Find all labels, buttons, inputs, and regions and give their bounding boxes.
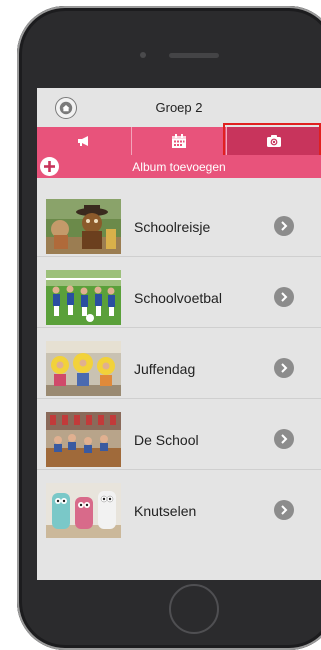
add-album-bar[interactable]: Album toevoegen (37, 155, 321, 178)
album-thumbnail (46, 199, 121, 254)
megaphone-icon (78, 136, 88, 146)
chevron-right-icon[interactable] (274, 216, 294, 236)
list-item[interactable]: De School (37, 399, 321, 470)
list-item[interactable]: Knutselen (37, 470, 321, 541)
chevron-right-icon[interactable] (274, 500, 294, 520)
tab-bar (37, 127, 321, 155)
front-camera (140, 52, 146, 58)
album-thumbnail (46, 270, 121, 325)
album-thumbnail (46, 483, 121, 538)
list-item[interactable]: Schoolreisje (37, 186, 321, 257)
album-thumbnail (46, 341, 121, 396)
add-album-label: Album toevoegen (132, 159, 226, 174)
device-home-button[interactable] (169, 584, 219, 634)
tab-calendar[interactable] (131, 127, 226, 155)
album-thumbnail (46, 412, 121, 467)
app-screen: Groep 2 Album toevoegen Schoolreisje Sch… (37, 88, 321, 580)
camera-icon (267, 135, 281, 147)
album-title: Knutselen (134, 503, 197, 519)
chevron-right-icon[interactable] (274, 287, 294, 307)
tab-photos[interactable] (226, 127, 321, 155)
album-title: De School (134, 432, 199, 448)
top-bar: Groep 2 (37, 88, 321, 126)
plus-circle-icon[interactable] (40, 157, 59, 176)
list-item[interactable]: Schoolvoetbal (37, 257, 321, 328)
chevron-right-icon[interactable] (274, 358, 294, 378)
page-title: Groep 2 (155, 100, 203, 115)
chevron-right-icon[interactable] (274, 429, 294, 449)
album-title: Schoolreisje (134, 219, 211, 235)
album-list: Schoolreisje Schoolvoetbal Juffendag De … (37, 186, 321, 541)
album-title: Juffendag (134, 361, 196, 377)
tab-announcements[interactable] (37, 127, 131, 155)
calendar-icon (172, 134, 186, 148)
earpiece-speaker (169, 53, 219, 58)
album-title: Schoolvoetbal (134, 290, 222, 306)
list-item[interactable]: Juffendag (37, 328, 321, 399)
